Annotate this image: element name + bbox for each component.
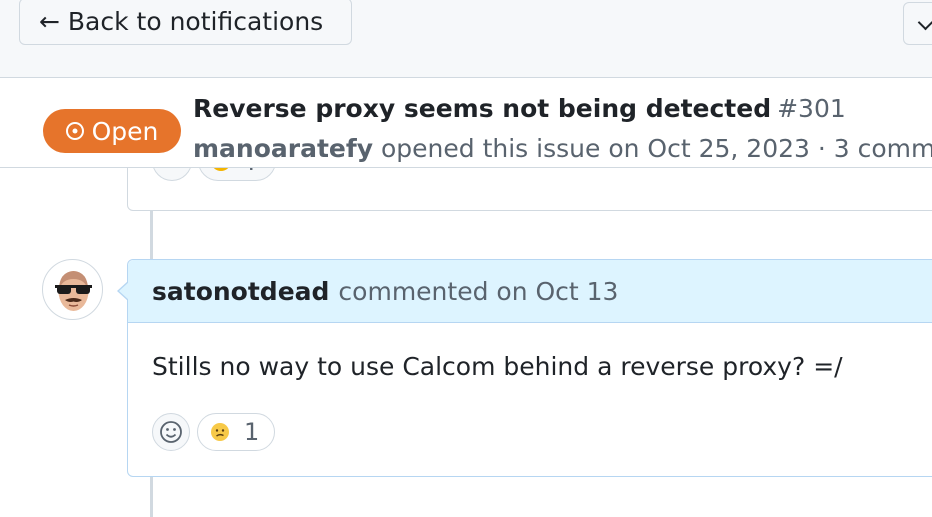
smiley-icon xyxy=(160,421,182,443)
comment-author-link[interactable]: satonotdead xyxy=(152,277,329,306)
issue-sticky-header: Open Reverse proxy seems not being detec… xyxy=(0,78,932,168)
issue-opened-text: opened this issue on Oct 25, 2023 · 3 co… xyxy=(381,134,932,163)
comment-pointer-fill xyxy=(119,282,129,300)
add-reaction-button[interactable] xyxy=(152,413,190,451)
chevron-down-icon xyxy=(917,14,932,31)
back-label: ← Back to notifications xyxy=(39,7,324,36)
issue-state-badge: Open xyxy=(43,109,181,153)
reaction-pill[interactable]: 1 xyxy=(197,413,275,451)
timeline-line xyxy=(150,210,153,260)
avatar-image xyxy=(55,271,92,311)
issue-title: Reverse proxy seems not being detected #3… xyxy=(193,94,846,123)
issue-number: #301 xyxy=(777,94,846,123)
notification-topbar: ← Back to notifications xyxy=(0,0,932,78)
options-dropdown-button[interactable] xyxy=(903,2,932,45)
issue-state-label: Open xyxy=(91,116,159,146)
confused-face-icon xyxy=(211,423,229,441)
comment-card: satonotdead commented on Oct 13 Stills n… xyxy=(127,259,932,477)
comment-body: Stills no way to use Calcom behind a rev… xyxy=(152,352,843,381)
issue-author-link[interactable]: manoaratefy xyxy=(193,134,373,163)
issue-opened-icon xyxy=(65,122,84,140)
timeline-line xyxy=(150,476,153,517)
back-to-notifications-button[interactable]: ← Back to notifications xyxy=(19,0,352,45)
avatar[interactable] xyxy=(42,259,103,320)
reaction-count: 1 xyxy=(244,418,260,446)
issue-title-text[interactable]: Reverse proxy seems not being detected xyxy=(193,94,771,123)
comment-timestamp[interactable]: commented on Oct 13 xyxy=(338,277,618,306)
issue-meta: manoaratefy opened this issue on Oct 25,… xyxy=(193,134,932,163)
comment-header: satonotdead commented on Oct 13 xyxy=(128,260,932,323)
